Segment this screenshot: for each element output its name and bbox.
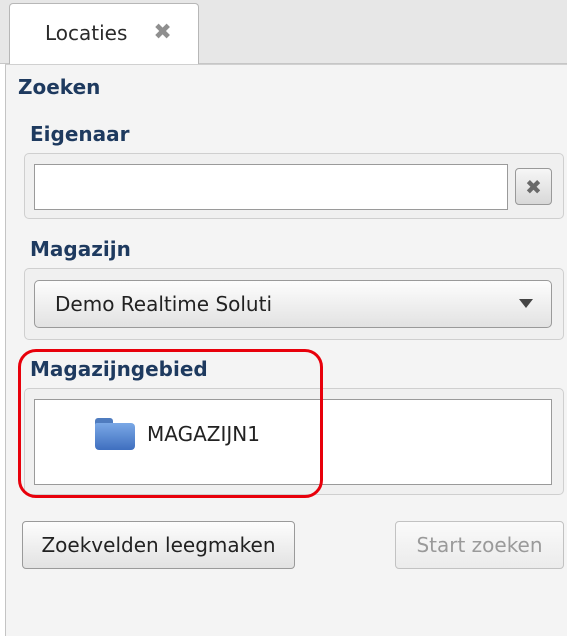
area-tree: MAGAZIJN1 [34, 399, 552, 485]
warehouse-select[interactable]: Demo Realtime Soluti [34, 280, 552, 328]
panel-title: Zoeken [18, 75, 101, 99]
start-search-button[interactable]: Start zoeken [395, 521, 564, 569]
close-icon: ✖ [525, 174, 542, 199]
folder-icon [95, 418, 135, 450]
clear-fields-button[interactable]: Zoekvelden leegmaken [22, 521, 295, 569]
warehouse-label: Magazijn [30, 237, 131, 261]
tree-item-magazijn1[interactable]: MAGAZIJN1 [95, 418, 260, 450]
search-panel: Zoeken Eigenaar ✖ Magazijn Demo Realtime… [5, 64, 567, 636]
tree-item-label: MAGAZIJN1 [147, 422, 260, 446]
owner-label: Eigenaar [30, 122, 130, 146]
tab-locaties[interactable]: Locaties ✖ [9, 3, 199, 65]
area-label: Magazijngebied [30, 357, 208, 381]
clear-owner-button[interactable]: ✖ [515, 168, 552, 205]
close-icon[interactable]: ✖ [153, 22, 171, 44]
owner-input[interactable] [34, 164, 508, 210]
warehouse-selected-value: Demo Realtime Soluti [55, 292, 273, 316]
tab-strip: Locaties ✖ [0, 0, 567, 65]
tab-label: Locaties [45, 21, 128, 45]
chevron-down-icon [519, 299, 533, 308]
